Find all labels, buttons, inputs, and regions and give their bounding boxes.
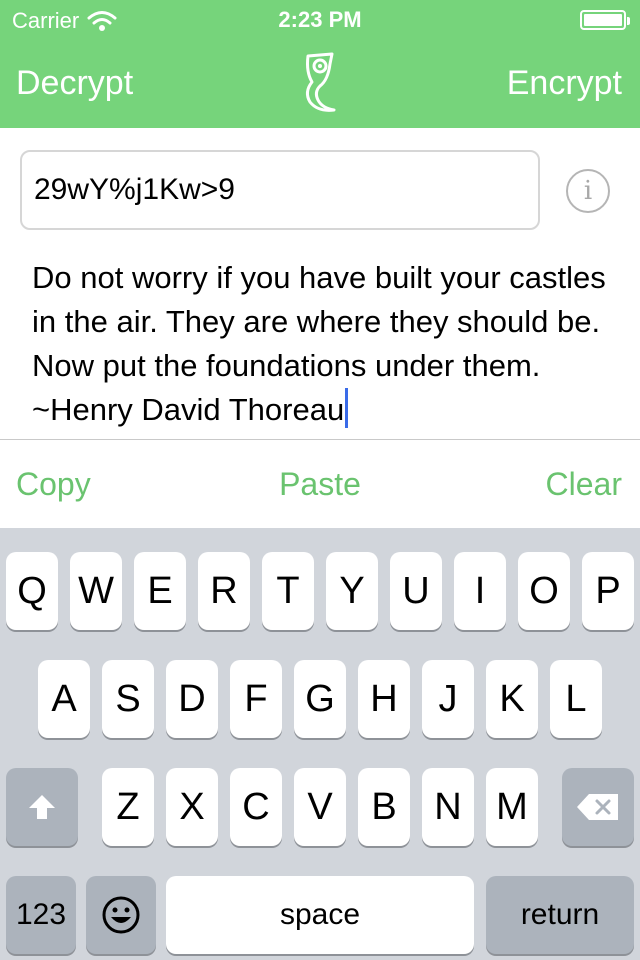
key-t[interactable]: T — [262, 552, 314, 630]
space-key[interactable]: space — [166, 876, 474, 954]
key-e[interactable]: E — [134, 552, 186, 630]
battery-icon — [580, 10, 630, 30]
key-c[interactable]: C — [230, 768, 282, 846]
key-g[interactable]: G — [294, 660, 346, 738]
key-y[interactable]: Y — [326, 552, 378, 630]
bird-logo-icon — [305, 52, 336, 112]
key-r[interactable]: R — [198, 552, 250, 630]
key-i[interactable]: I — [454, 552, 506, 630]
key-u[interactable]: U — [390, 552, 442, 630]
key-o[interactable]: O — [518, 552, 570, 630]
key-k[interactable]: K — [486, 660, 538, 738]
key-m[interactable]: M — [486, 768, 538, 846]
key-input[interactable]: 29wY%j1Kw>9 — [20, 150, 540, 230]
info-icon[interactable]: i — [566, 169, 610, 213]
navigation-bar: Carrier 2:23 PM Decrypt Encrypt — [0, 0, 640, 128]
key-p[interactable]: P — [582, 552, 634, 630]
shift-icon — [29, 795, 55, 819]
paste-button[interactable]: Paste — [0, 466, 640, 503]
clear-button[interactable]: Clear — [546, 466, 622, 503]
key-s[interactable]: S — [102, 660, 154, 738]
key-n[interactable]: N — [422, 768, 474, 846]
encrypt-button[interactable]: Encrypt — [507, 64, 622, 103]
key-j[interactable]: J — [422, 660, 474, 738]
key-a[interactable]: A — [38, 660, 90, 738]
text-cursor — [345, 388, 349, 428]
key-w[interactable]: W — [70, 552, 122, 630]
emoji-key[interactable] — [86, 876, 156, 954]
key-z[interactable]: Z — [102, 768, 154, 846]
key-l[interactable]: L — [550, 660, 602, 738]
key-b[interactable]: B — [358, 768, 410, 846]
key-v[interactable]: V — [294, 768, 346, 846]
shift-key[interactable] — [6, 768, 78, 846]
divider — [0, 439, 640, 440]
delete-key[interactable] — [562, 768, 634, 846]
key-q[interactable]: Q — [6, 552, 58, 630]
status-bar: Carrier 2:23 PM — [0, 0, 640, 40]
key-h[interactable]: H — [358, 660, 410, 738]
clock: 2:23 PM — [278, 7, 362, 32]
key-value: 29wY%j1Kw>9 — [34, 173, 235, 206]
backspace-icon — [577, 794, 618, 820]
key-d[interactable]: D — [166, 660, 218, 738]
message-text: Do not worry if you have built your cast… — [32, 260, 606, 427]
keyboard: Q W E R T Y U I O P A S D F G H J K L Z … — [0, 528, 640, 960]
decrypt-button[interactable]: Decrypt — [16, 64, 133, 103]
info-glyph: i — [583, 176, 593, 206]
numbers-key[interactable]: 123 — [6, 876, 76, 954]
emoji-icon — [102, 896, 140, 934]
return-key[interactable]: return — [486, 876, 634, 954]
key-x[interactable]: X — [166, 768, 218, 846]
key-f[interactable]: F — [230, 660, 282, 738]
message-textarea[interactable]: Do not worry if you have built your cast… — [32, 256, 612, 432]
